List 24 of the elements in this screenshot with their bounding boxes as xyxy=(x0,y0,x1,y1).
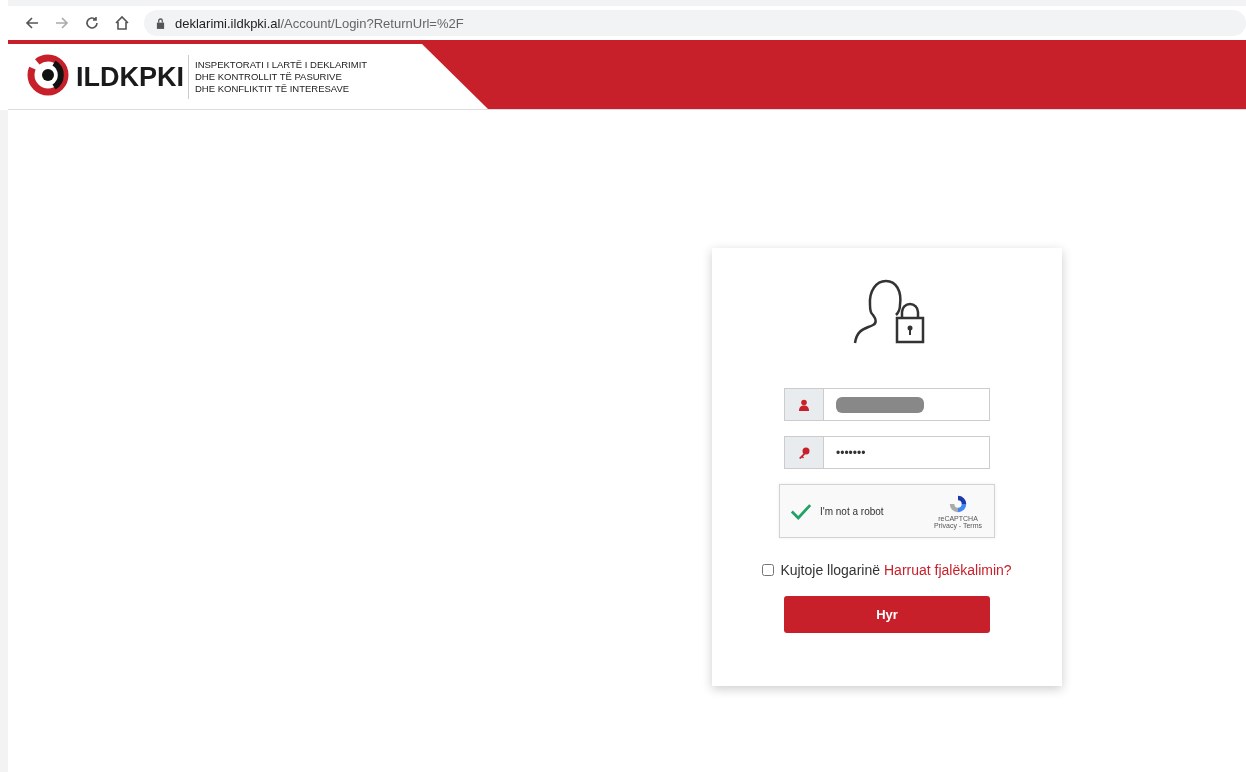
login-button[interactable]: Hyr xyxy=(784,596,990,633)
password-value: ••••••• xyxy=(835,444,867,462)
remember-label: Kujtoje llogarinë xyxy=(780,562,880,578)
agency-name-line: DHE KONFLIKTIT TË INTERESAVE xyxy=(195,82,351,95)
lock-icon xyxy=(156,17,165,29)
agency-name-line: INSPEKTORATI I LARTË I DEKLARIMIT xyxy=(195,58,368,71)
remember-checkbox[interactable] xyxy=(762,564,775,576)
home-icon[interactable] xyxy=(114,15,130,31)
reload-icon[interactable] xyxy=(84,15,100,31)
password-field[interactable]: ••••••• xyxy=(784,436,990,469)
back-icon[interactable] xyxy=(24,15,40,31)
username-field[interactable] xyxy=(784,388,990,421)
url-host: deklarimi.ildkpki.al xyxy=(175,15,281,31)
agency-name-line: DHE KONTROLLIT TË PASURIVE xyxy=(195,70,343,83)
address-bar[interactable]: deklarimi.ildkpki.al/Account/Login?ReturnUrl=%2F xyxy=(144,10,1246,36)
user-icon xyxy=(798,398,810,411)
forward-icon[interactable] xyxy=(54,15,70,31)
logo-text: ILDKPKI xyxy=(76,54,189,99)
recaptcha-logo-icon xyxy=(947,493,969,515)
forgot-password-link[interactable]: Harruat fjalëkalimin? xyxy=(884,562,1012,578)
url-path: /Account/Login?ReturnUrl=%2F xyxy=(280,15,464,31)
check-icon xyxy=(790,502,812,520)
captcha-label: I'm not a robot xyxy=(820,505,885,517)
key-icon xyxy=(798,446,810,459)
